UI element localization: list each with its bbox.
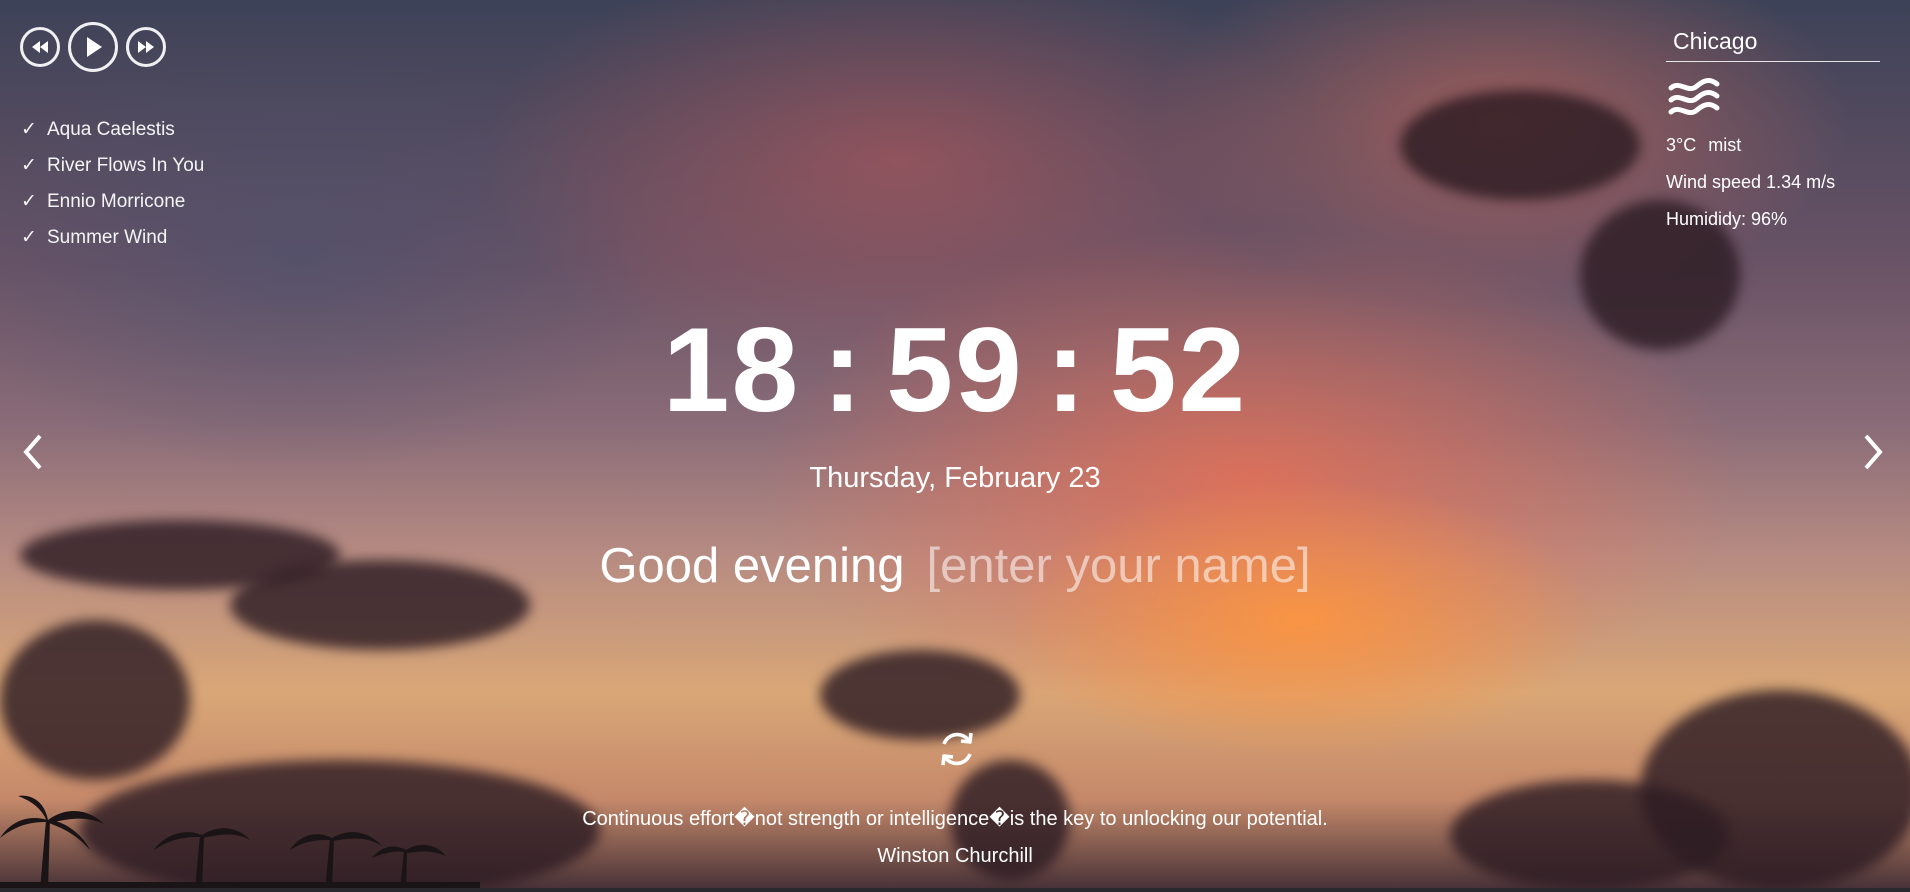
fast-forward-icon	[138, 41, 154, 53]
clock-separator: :	[1045, 303, 1088, 437]
previous-track-button[interactable]	[20, 27, 60, 67]
cloud-shape	[820, 650, 1020, 740]
play-button[interactable]	[68, 22, 118, 72]
playlist-item[interactable]: ✓ Ennio Morricone	[21, 184, 204, 220]
check-icon: ✓	[21, 191, 37, 212]
playlist: ✓ Aqua Caelestis ✓ River Flows In You ✓ …	[21, 112, 204, 256]
quote-author: Winston Churchill	[877, 845, 1033, 867]
humidity: Humididy: 96%	[1666, 209, 1788, 229]
playlist-item[interactable]: ✓ River Flows In You	[21, 148, 204, 184]
cloud-shape	[1400, 90, 1640, 200]
mist-icon	[1668, 78, 1720, 116]
clock: 18:59:52	[0, 305, 1910, 435]
weather-description: mist	[1708, 135, 1742, 155]
date: Thursday, February 23	[809, 462, 1101, 494]
city-input[interactable]: Chicago	[1666, 26, 1880, 62]
check-icon: ✓	[21, 155, 37, 176]
clock-seconds: 52	[1109, 303, 1248, 437]
playlist-item[interactable]: ✓ Summer Wind	[21, 220, 204, 256]
weather-summary: 3°C mist	[1666, 127, 1880, 164]
music-player-controls	[20, 22, 166, 72]
weather-widget: Chicago 3°C mist Wind speed 1.34 m/s Humi…	[1666, 26, 1880, 238]
wind-speed: Wind speed 1.34 m/s	[1666, 172, 1836, 192]
greeting: Good evening [enter your name]	[0, 538, 1910, 594]
track-title: Aqua Caelestis	[47, 119, 175, 140]
cloud-shape	[0, 620, 190, 780]
temperature: 3°C	[1666, 135, 1697, 155]
rewind-icon	[32, 41, 48, 53]
name-input[interactable]: [enter your name]	[927, 539, 1311, 593]
play-icon	[87, 37, 102, 57]
greeting-text: Good evening	[599, 539, 905, 593]
track-title: Summer Wind	[47, 227, 168, 248]
track-title: Ennio Morricone	[47, 191, 186, 212]
check-icon: ✓	[21, 227, 37, 248]
clock-hours: 18	[662, 303, 801, 437]
track-title: River Flows In You	[47, 155, 205, 176]
refresh-quote-button[interactable]	[934, 726, 980, 772]
quote-text: Continuous effort�not strength or intell…	[582, 808, 1328, 830]
check-icon: ✓	[21, 119, 37, 140]
playlist-item[interactable]: ✓ Aqua Caelestis	[21, 112, 204, 148]
clock-minutes: 59	[886, 303, 1024, 437]
clock-separator: :	[822, 303, 865, 437]
cloud-shape	[1450, 780, 1730, 890]
palm-tree-silhouette	[0, 795, 480, 890]
refresh-icon	[941, 732, 973, 766]
bottom-border	[0, 888, 1910, 892]
next-track-button[interactable]	[126, 27, 166, 67]
